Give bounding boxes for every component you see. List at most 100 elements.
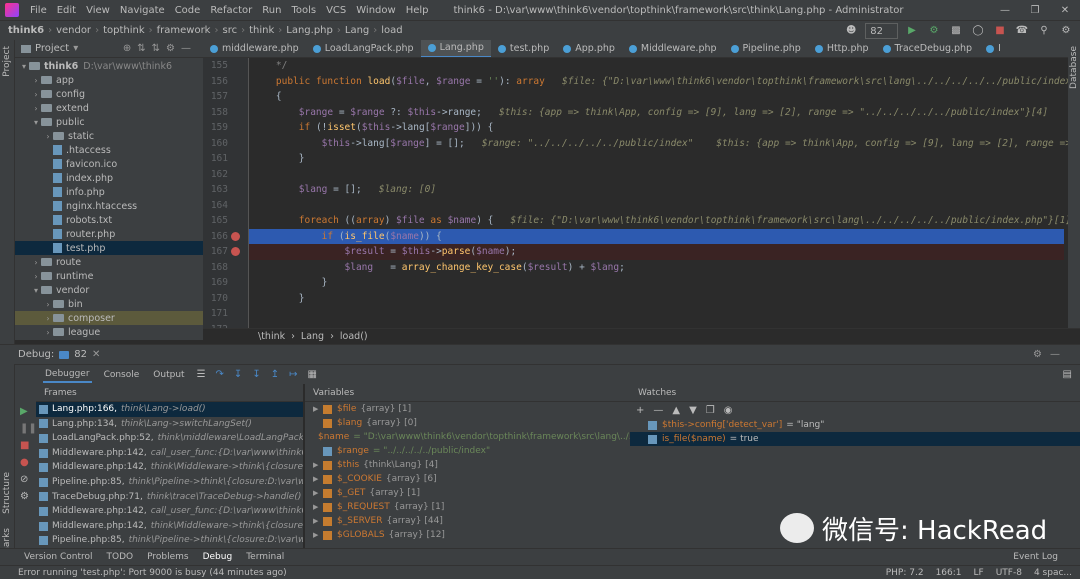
editor-tab[interactable]: LoadLangPack.php [306,40,421,57]
frame-row[interactable]: Middleware.php:142, think\Middleware->thi… [36,460,303,475]
editor-tab[interactable]: Lang.php [420,40,491,57]
line-number[interactable]: 165 [203,213,248,229]
tree-folder[interactable]: › config [15,87,203,101]
code-line[interactable]: if (!isset($this->lang[$range])) { [253,120,1068,136]
watch-row[interactable]: is_file($name) = true [630,432,1080,446]
chevron-right-icon[interactable]: › [31,76,41,85]
mute-breakpoints-icon[interactable]: ⊘ [15,468,36,485]
editor-crumb-namespace[interactable]: \think [258,331,285,342]
tree-file[interactable]: robots.txt [15,213,203,227]
code-line[interactable] [253,198,1068,214]
line-number[interactable]: 160 [203,136,248,152]
debug-icon[interactable]: ⚙ [926,24,942,38]
code-line[interactable]: */ [253,58,1068,74]
code-line[interactable]: $lang = array_change_key_case($result) +… [253,260,1068,276]
breadcrumb-class[interactable]: Lang [341,25,373,36]
line-number[interactable]: 164 [203,198,248,214]
chevron-right-icon[interactable]: › [43,328,53,337]
editor-tab[interactable]: Pipeline.php [724,40,808,57]
code-line[interactable]: } [253,275,1068,291]
project-panel-actions[interactable]: ⊕⇅⇅⚙— [123,43,197,54]
chevron-right-icon[interactable]: ▶ [313,486,323,500]
tree-file[interactable]: nginx.htaccess [15,199,203,213]
view-breakpoints-icon[interactable]: ● [15,451,36,468]
stop-icon[interactable]: ■ [992,24,1008,38]
chevron-right-icon[interactable]: ▶ [313,528,323,542]
chevron-right-icon[interactable]: › [43,300,53,309]
code-line[interactable]: $lang = []; $lang: [0] [253,182,1068,198]
chevron-right-icon[interactable]: › [31,104,41,113]
restore-icon[interactable]: ❐ [1020,5,1050,16]
variable-row[interactable]: ▶ $_SERVER {array} [44] [305,514,630,528]
line-number[interactable]: 166 [203,229,248,245]
close-icon[interactable]: ✕ [1050,5,1080,16]
step-into-icon[interactable]: ↧ [234,369,242,380]
status-message[interactable]: Error running 'test.php': Port 9000 is b… [18,568,287,578]
watch-row[interactable]: $this->config['detect_var'] = "lang" [630,418,1080,432]
code-line[interactable]: } [253,151,1068,167]
chevron-right-icon[interactable]: › [31,258,41,267]
variable-row[interactable]: ▶ $this {think\Lang} [4] [305,458,630,472]
chevron-down-icon[interactable]: ▾ [73,43,78,54]
database-tool-tab[interactable]: Database [1069,46,1079,89]
code-line[interactable]: { [253,89,1068,105]
project-view-select[interactable]: Project [35,43,69,54]
line-number[interactable]: 158 [203,105,248,121]
file-encoding[interactable]: UTF-8 [996,568,1022,578]
chevron-right-icon[interactable]: › [31,90,41,99]
remove-icon[interactable]: — [653,405,663,416]
code-line[interactable]: foreach ((array) $file as $name) { $file… [253,213,1068,229]
code-line[interactable]: $result = $this->parse($name); [249,244,1064,260]
run-config-select[interactable]: 82 [865,22,898,39]
editor-tab[interactable]: middleware.php [203,40,306,57]
settings-icon[interactable]: ⚙ [15,485,36,502]
frame-row[interactable]: Middleware.php:142, call_user_func:{D:\va… [36,504,303,519]
editor-tab[interactable]: Http.php [808,40,876,57]
chevron-right-icon[interactable]: ▶ [313,472,323,486]
profile-icon[interactable]: ◯ [970,24,986,38]
chevron-right-icon[interactable]: › [43,314,53,323]
frame-row[interactable]: Middleware.php:142, call_user_func:{D:\va… [36,446,303,461]
run-icon[interactable]: ▶ [904,24,920,38]
code-line[interactable]: $range = $range ?: $this->range; $this: … [253,105,1068,121]
tree-folder[interactable]: ▾ think6 D:\var\www\think6 [15,59,203,73]
chevron-right-icon[interactable]: › [43,132,53,141]
menu-run[interactable]: Run [257,5,286,16]
chevron-right-icon[interactable]: ▶ [313,402,323,416]
menu-refactor[interactable]: Refactor [205,5,257,16]
variable-row[interactable]: ▶ $file {array} [1] [305,402,630,416]
menu-edit[interactable]: Edit [52,5,81,16]
indent-setting[interactable]: 4 spac... [1034,568,1072,578]
line-number[interactable]: 159 [203,120,248,136]
force-step-into-icon[interactable]: ↧ [252,369,260,380]
line-number[interactable]: 155 [203,58,248,74]
tree-file[interactable]: info.php [15,185,203,199]
code-line[interactable] [253,167,1068,183]
variable-row[interactable]: $name = "D:\var\www\think6\vendor\topthin… [305,430,630,444]
tree-folder[interactable]: › app [15,73,203,87]
line-number[interactable]: 167 [203,244,248,260]
evaluate-expression-icon[interactable]: ▦ [307,369,316,380]
variable-row[interactable]: ▶ $_COOKIE {array} [6] [305,472,630,486]
tree-file[interactable]: .htaccess [15,143,203,157]
editor-tab[interactable]: I [979,40,1008,57]
tree-folder[interactable]: › composer [15,311,203,325]
frame-row[interactable]: Lang.php:134, think\Lang->switchLangSet() [36,417,303,432]
breadcrumb-item[interactable]: framework [153,25,215,36]
code-line[interactable]: } [253,291,1068,307]
breadcrumb-method[interactable]: load [377,25,406,36]
line-number[interactable]: 169 [203,275,248,291]
tree-file[interactable]: router.php [15,227,203,241]
coverage-icon[interactable]: ▩ [948,24,964,38]
breadcrumb-item[interactable]: vendor [52,25,95,36]
tab-output[interactable]: Output [151,368,186,382]
breadcrumb-item[interactable]: src [218,25,241,36]
debug-header-actions[interactable]: ⚙— [1033,349,1068,360]
breakpoint-icon[interactable] [231,231,240,241]
menu-tools[interactable]: Tools [286,5,321,16]
editor-tab[interactable]: Middleware.php [622,40,724,57]
step-over-icon[interactable]: ↷ [216,369,224,380]
menu-view[interactable]: View [81,5,115,16]
chevron-down-icon[interactable]: ▾ [19,62,29,71]
tab-console[interactable]: Console [102,368,142,382]
